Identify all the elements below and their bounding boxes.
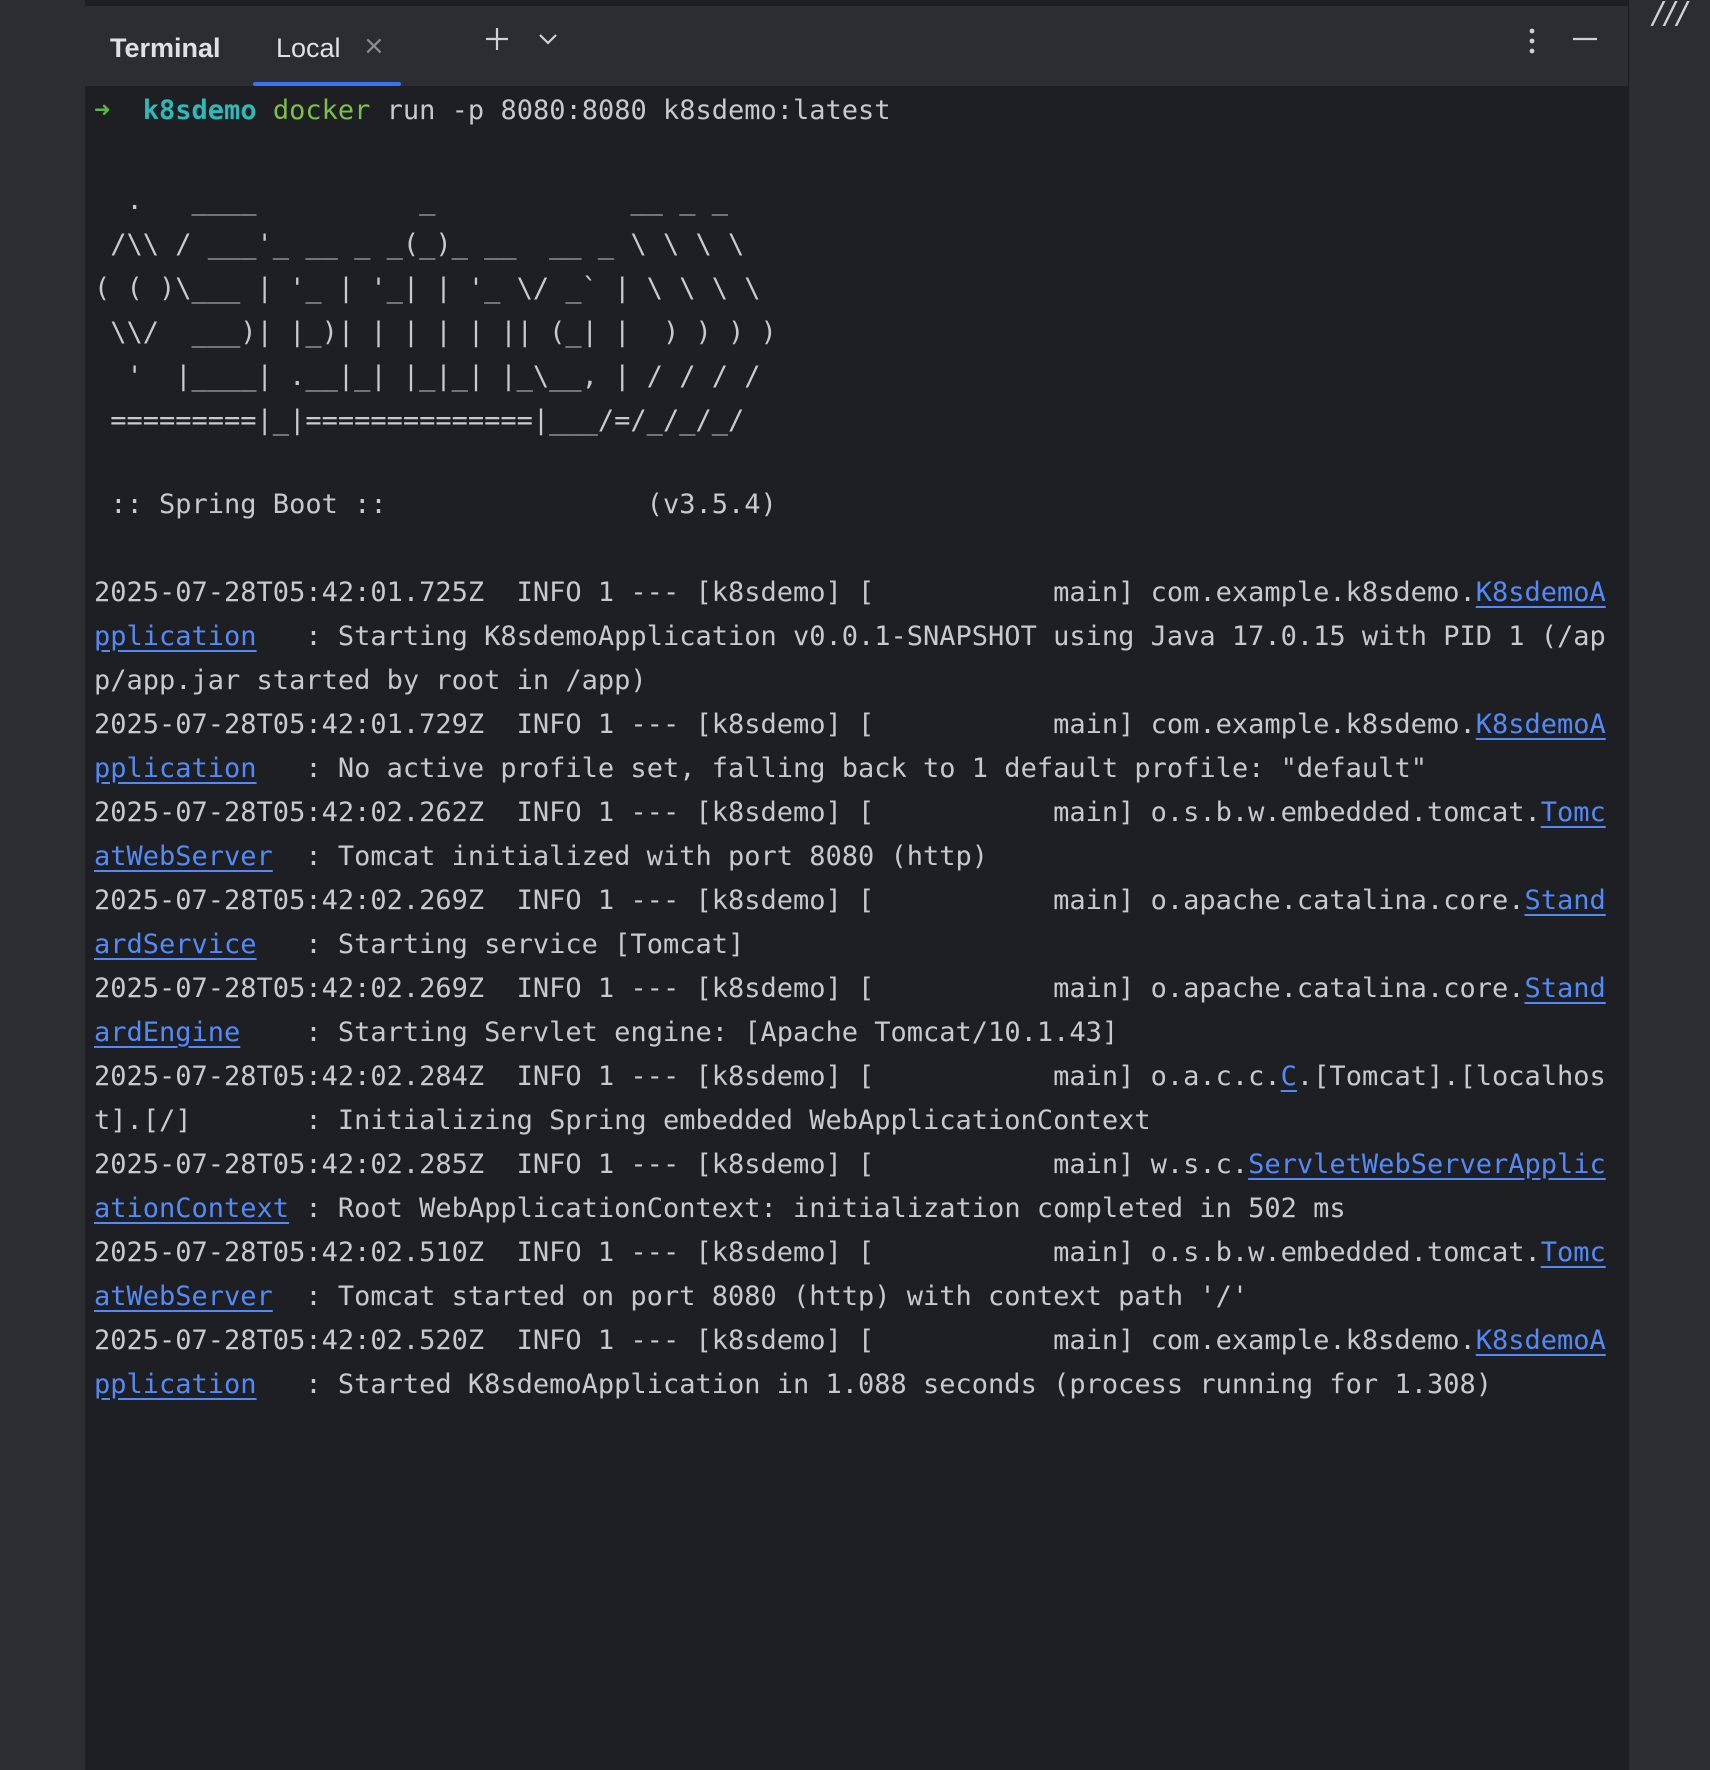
close-icon[interactable]: × [363, 33, 385, 59]
log-line: 2025-07-28T05:42:02.520Z INFO 1 --- [k8s… [94, 1319, 1614, 1407]
right-tool-strip: /// [1628, 0, 1710, 1770]
minimize-button[interactable] [1565, 26, 1605, 66]
log-line: 2025-07-28T05:42:01.729Z INFO 1 --- [k8s… [94, 703, 1614, 791]
prompt-args: run -p 8080:8080 k8sdemo:latest [386, 95, 891, 126]
toolwindow-title: Terminal [110, 33, 221, 63]
minimize-icon [1572, 37, 1598, 56]
log-message: : Started K8sdemoApplication in 1.088 se… [256, 1369, 1492, 1400]
toolwindow-header: Terminal Local × [85, 6, 1628, 87]
log-prefix: 2025-07-28T05:42:02.284Z INFO 1 --- [k8s… [94, 1061, 1281, 1092]
new-tab-button[interactable] [477, 26, 517, 66]
log-prefix: 2025-07-28T05:42:02.269Z INFO 1 --- [k8s… [94, 885, 1525, 916]
log-output: 2025-07-28T05:42:01.725Z INFO 1 --- [k8s… [94, 571, 1614, 1407]
log-line: 2025-07-28T05:42:01.725Z INFO 1 --- [k8s… [94, 571, 1614, 703]
tab-dropdown-button[interactable] [528, 26, 568, 66]
log-prefix: 2025-07-28T05:42:01.725Z INFO 1 --- [k8s… [94, 577, 1476, 608]
prompt-directory: k8sdemo [142, 95, 257, 126]
log-line: 2025-07-28T05:42:02.262Z INFO 1 --- [k8s… [94, 791, 1614, 879]
log-message: : Root WebApplicationContext: initializa… [289, 1193, 1346, 1224]
prompt-line: ➜ k8sdemo docker run -p 8080:8080 k8sdem… [94, 89, 891, 133]
log-message: : No active profile set, falling back to… [256, 753, 1427, 784]
log-prefix: 2025-07-28T05:42:02.262Z INFO 1 --- [k8s… [94, 797, 1541, 828]
log-message: : Starting K8sdemoApplication v0.0.1-SNA… [94, 621, 1606, 696]
prompt-arrow-icon: ➜ [94, 95, 111, 126]
log-message: : Starting Servlet engine: [Apache Tomca… [240, 1017, 1119, 1048]
chevron-down-icon [536, 34, 560, 55]
log-prefix: 2025-07-28T05:42:02.285Z INFO 1 --- [k8s… [94, 1149, 1249, 1180]
plus-icon [484, 28, 510, 56]
log-message: : Tomcat initialized with port 8080 (htt… [272, 841, 989, 872]
log-line: 2025-07-28T05:42:02.269Z INFO 1 --- [k8s… [94, 967, 1614, 1055]
tab-label: Local [276, 33, 341, 63]
log-line: 2025-07-28T05:42:02.510Z INFO 1 --- [k8s… [94, 1231, 1614, 1319]
log-class-link[interactable]: C [1281, 1061, 1297, 1092]
log-line: 2025-07-28T05:42:02.285Z INFO 1 --- [k8s… [94, 1143, 1614, 1231]
log-prefix: 2025-07-28T05:42:01.729Z INFO 1 --- [k8s… [94, 709, 1476, 740]
spring-boot-version-line: :: Spring Boot :: (v3.5.4) [94, 489, 777, 520]
log-prefix: 2025-07-28T05:42:02.510Z INFO 1 --- [k8s… [94, 1237, 1541, 1268]
active-tab-indicator [253, 82, 401, 86]
terminal-toolwindow: Terminal Local × ➜ k8sdemo docker run -p… [85, 0, 1628, 1770]
tab-local[interactable]: Local × [253, 6, 401, 86]
log-line: 2025-07-28T05:42:02.269Z INFO 1 --- [k8s… [94, 879, 1614, 967]
spring-ascii-banner: . ____ _ __ _ _ /\\ / ___'_ __ _ _(_)_ _… [94, 185, 777, 436]
more-vertical-icon [1527, 28, 1537, 60]
log-line: 2025-07-28T05:42:02.284Z INFO 1 --- [k8s… [94, 1055, 1614, 1143]
log-message: : Starting service [Tomcat] [256, 929, 745, 960]
log-prefix: 2025-07-28T05:42:02.269Z INFO 1 --- [k8s… [94, 973, 1525, 1004]
log-message: : Tomcat started on port 8080 (http) wit… [272, 1281, 1249, 1312]
more-options-button[interactable] [1512, 26, 1552, 66]
prompt-command: docker [272, 95, 371, 126]
drag-handle-icon[interactable]: /// [1653, 0, 1689, 31]
left-tool-strip [0, 0, 86, 1770]
terminal-output[interactable]: ➜ k8sdemo docker run -p 8080:8080 k8sdem… [94, 87, 1614, 1747]
log-prefix: 2025-07-28T05:42:02.520Z INFO 1 --- [k8s… [94, 1325, 1476, 1356]
